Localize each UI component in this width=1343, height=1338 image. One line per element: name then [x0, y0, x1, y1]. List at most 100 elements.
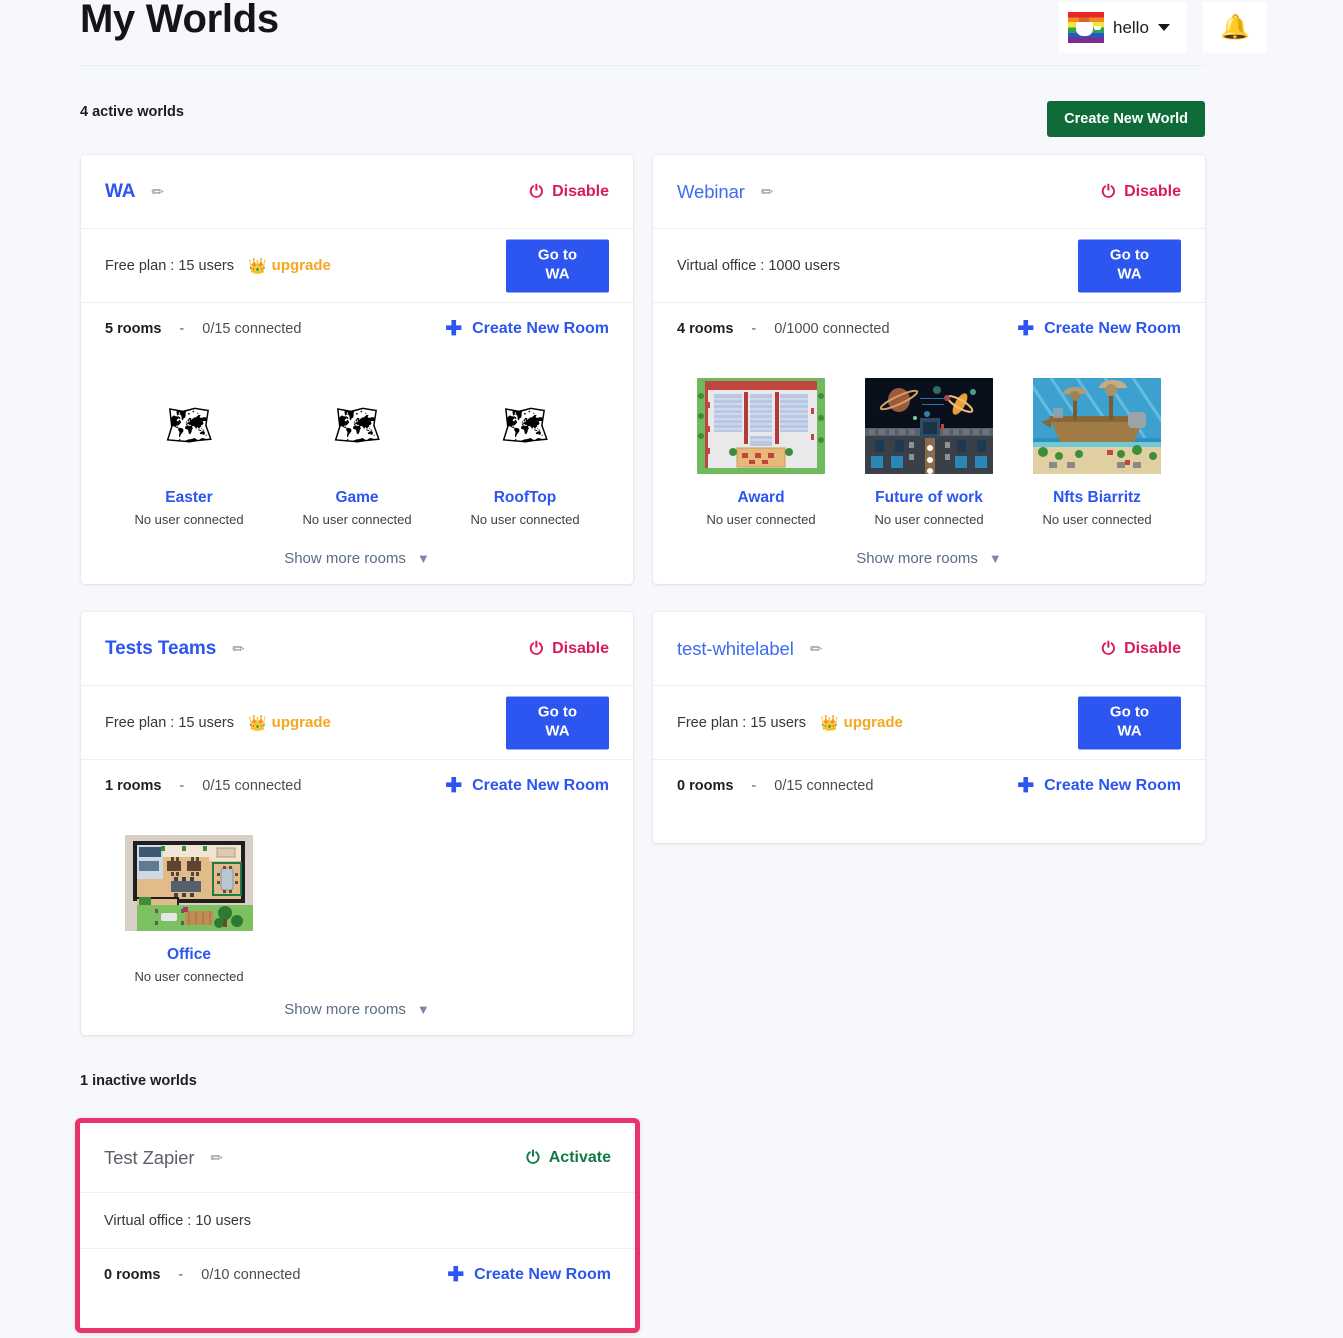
activate-world-button[interactable]: ⏻ Activate [526, 1149, 611, 1167]
world-card-test-zapier: Test Zapier ✏ ⏻ Activate Virtual office … [75, 1118, 640, 1333]
space-map-thumbnail [865, 378, 993, 474]
room-name[interactable]: Office [105, 946, 273, 964]
room-name[interactable]: Easter [105, 489, 273, 507]
create-new-room-button[interactable]: ✚ Create New Room [1017, 776, 1181, 796]
room-name[interactable]: Future of work [845, 489, 1013, 507]
goto-line-2: WA [545, 722, 570, 740]
room-name[interactable]: Award [677, 489, 845, 507]
upgrade-link[interactable]: 👑 upgrade [248, 714, 331, 732]
rooms-count: 4 rooms [677, 321, 734, 337]
power-icon: ⏻ [529, 639, 544, 658]
room-thumbnail: 🗺 [105, 377, 273, 475]
goto-line-2: WA [1117, 265, 1142, 283]
edit-pencil-icon[interactable]: ✏ [151, 183, 164, 201]
go-to-wa-button[interactable]: Go to WA [1078, 239, 1181, 292]
room-item[interactable]: Office No user connected [105, 834, 273, 984]
chevron-down-icon: ▼ [988, 551, 1002, 566]
room-name[interactable]: Nfts Biarritz [1013, 489, 1181, 507]
room-status: No user connected [134, 512, 244, 527]
create-new-room-button[interactable]: ✚ Create New Room [445, 319, 609, 339]
go-to-wa-button[interactable]: Go to WA [506, 696, 609, 749]
world-plan-row: Free plan : 15 users 👑 upgrade Go to WA [81, 229, 633, 303]
power-icon: ⏻ [1101, 639, 1116, 658]
world-name[interactable]: test-whitelabel [677, 638, 794, 660]
connected-count: 0/15 connected [774, 778, 874, 794]
plus-icon: ✚ [447, 1264, 465, 1286]
rooms-grid: Office No user connected [81, 812, 633, 984]
chevron-down-icon [1157, 24, 1170, 31]
edit-pencil-icon[interactable]: ✏ [232, 640, 245, 658]
disable-world-button[interactable]: ⏻ Disable [1102, 183, 1181, 201]
room-thumbnail: 🗺 [441, 377, 609, 475]
rooms-summary-row: 4 rooms - 0/1000 connected ✚ Create New … [653, 303, 1205, 355]
separator-dash: - [179, 778, 185, 794]
goto-line-2: WA [545, 265, 570, 283]
goto-line-1: Go to [537, 246, 578, 264]
toggle-state-label: Activate [548, 1148, 611, 1166]
world-plan-row: Free plan : 15 users 👑 upgrade Go to WA [81, 686, 633, 760]
go-to-wa-button[interactable]: Go to WA [1078, 696, 1181, 749]
edit-pencil-icon[interactable]: ✏ [761, 183, 774, 201]
power-icon: ⏻ [529, 182, 544, 201]
create-new-world-button[interactable]: Create New World [1047, 101, 1205, 137]
upgrade-link[interactable]: 👑 upgrade [820, 714, 903, 732]
world-name[interactable]: Tests Teams [105, 638, 216, 660]
edit-pencil-icon[interactable]: ✏ [810, 640, 823, 658]
room-status: No user connected [874, 512, 984, 527]
separator-dash: - [751, 778, 757, 794]
world-plan-row: Virtual office : 10 users [80, 1193, 635, 1249]
toggle-state-label: Disable [552, 182, 609, 200]
world-plan-row: Free plan : 15 users 👑 upgrade Go to WA [653, 686, 1205, 760]
create-new-room-button[interactable]: ✚ Create New Room [1017, 319, 1181, 339]
create-room-label: Create New Room [472, 777, 609, 794]
room-status: No user connected [134, 969, 244, 984]
create-new-room-button[interactable]: ✚ Create New Room [447, 1265, 611, 1285]
user-menu[interactable]: hello [1059, 2, 1187, 53]
create-room-label: Create New Room [474, 1266, 611, 1283]
show-more-label: Show more rooms [284, 550, 406, 567]
room-item[interactable]: 🗺 Game No user connected [273, 377, 441, 527]
goto-line-1: Go to [1109, 703, 1150, 721]
upgrade-label: upgrade [271, 257, 331, 274]
create-room-label: Create New Room [472, 320, 609, 337]
separator-dash: - [751, 321, 757, 337]
plan-text: Free plan : 15 users [105, 257, 234, 274]
create-new-room-button[interactable]: ✚ Create New Room [445, 776, 609, 796]
room-item[interactable]: Nfts Biarritz No user connected [1013, 377, 1181, 527]
upgrade-link[interactable]: 👑 upgrade [248, 257, 331, 275]
disable-world-button[interactable]: ⏻ Disable [1102, 640, 1181, 658]
room-status: No user connected [1042, 512, 1152, 527]
room-name[interactable]: RoofTop [441, 489, 609, 507]
crown-icon: 👑 [819, 714, 839, 732]
show-more-label: Show more rooms [856, 550, 978, 567]
room-item[interactable]: Future of work No user connected [845, 377, 1013, 527]
show-more-rooms-button[interactable]: Show more rooms ▼ [81, 1001, 633, 1018]
go-to-wa-button[interactable]: Go to WA [506, 239, 609, 292]
disable-world-button[interactable]: ⏻ Disable [530, 640, 609, 658]
edit-pencil-icon[interactable]: ✏ [210, 1149, 223, 1167]
inactive-worlds-label: 1 inactive worlds [80, 1073, 197, 1089]
map-icon: 🗺 [164, 405, 214, 447]
room-item[interactable]: 🗺 Easter No user connected [105, 377, 273, 527]
goto-line-2: WA [1117, 722, 1142, 740]
world-name[interactable]: Webinar [677, 181, 745, 203]
chevron-down-icon: ▼ [416, 551, 430, 566]
world-card-wa: WA ✏ ⏻ Disable Free plan : 15 users 👑 up… [81, 155, 633, 584]
room-name[interactable]: Game [273, 489, 441, 507]
show-more-rooms-button[interactable]: Show more rooms ▼ [81, 550, 633, 567]
world-plan-row: Virtual office : 1000 users Go to WA [653, 229, 1205, 303]
room-item[interactable]: 🗺 RoofTop No user connected [441, 377, 609, 527]
avatar [1068, 12, 1104, 43]
plus-icon: ✚ [1017, 775, 1035, 797]
show-more-rooms-button[interactable]: Show more rooms ▼ [653, 550, 1205, 567]
rooms-count: 0 rooms [677, 778, 734, 794]
world-card-header: Test Zapier ✏ ⏻ Activate [80, 1123, 635, 1193]
world-name[interactable]: WA [105, 181, 136, 203]
room-item[interactable]: Award No user connected [677, 377, 845, 527]
world-name[interactable]: Test Zapier [104, 1147, 195, 1169]
notifications-button[interactable]: 🔔 [1203, 2, 1267, 53]
plus-icon: ✚ [445, 318, 463, 340]
separator-dash: - [178, 1267, 184, 1283]
plus-icon: ✚ [1017, 318, 1035, 340]
disable-world-button[interactable]: ⏻ Disable [530, 183, 609, 201]
